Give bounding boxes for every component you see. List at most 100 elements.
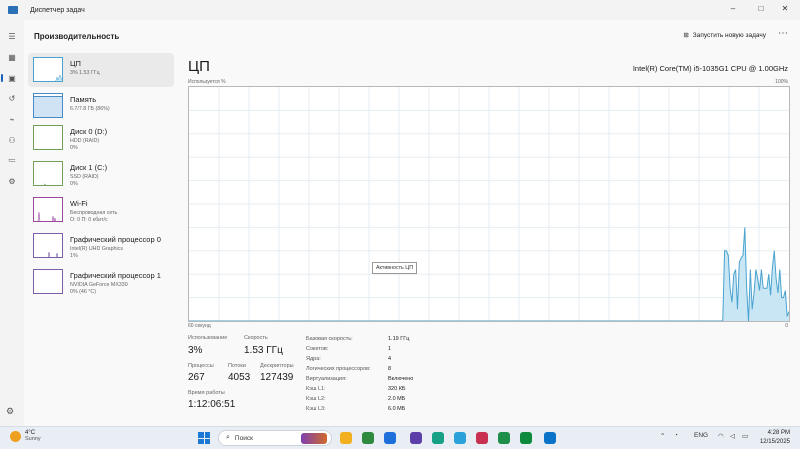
sun-icon xyxy=(10,430,21,442)
menu-icon[interactable]: ☰ xyxy=(6,30,18,42)
language-indicator[interactable]: ENG xyxy=(694,432,708,439)
store-app-icon[interactable] xyxy=(362,432,374,444)
settings-icon[interactable]: ⚙ xyxy=(6,406,14,417)
weather-desc: Sunny xyxy=(25,436,41,442)
handles-label: Дескрипторы xyxy=(260,363,294,369)
services-icon[interactable]: ⚙ xyxy=(6,175,18,187)
app-icon-2[interactable] xyxy=(520,432,532,444)
perf-item-detail-2: 0% xyxy=(70,181,78,187)
maximize-button[interactable]: □ xyxy=(750,0,772,16)
search-icon: ⌕ xyxy=(226,434,230,441)
spec-value: 320 КБ xyxy=(388,386,406,392)
perf-item-name: Wi-Fi xyxy=(70,199,88,208)
perf-item-name: ЦП xyxy=(70,59,81,68)
startup-icon[interactable]: ⌁ xyxy=(6,113,18,125)
system-clock[interactable]: 4:28 PM 12/15/2025 xyxy=(760,429,790,447)
perf-item-disk1[interactable]: Диск 1 (C:) SSD (RAID) 0% xyxy=(28,157,174,191)
perf-item-detail-2: 0% xyxy=(70,145,78,151)
spec-label: Ядра: xyxy=(306,356,321,362)
spec-label: Сокетов: xyxy=(306,346,329,352)
cpu-activity-tooltip: Активность ЦП xyxy=(372,262,418,274)
details-icon[interactable]: ≔ xyxy=(6,154,18,166)
excel-app-icon[interactable] xyxy=(498,432,510,444)
taskbar: 4°C Sunny ⌕ Поиск ⌃ ◔ ENG ◠ ◁ ▭ 4:28 PM … xyxy=(0,426,800,449)
perf-item-memory[interactable]: Память 6.7/7.8 ГБ (86%) xyxy=(28,89,174,123)
taskbar-search[interactable]: ⌕ Поиск xyxy=(218,430,332,446)
perf-item-name: Графический процессор 0 xyxy=(70,235,161,244)
disk1-thumbnail xyxy=(33,161,63,186)
utilization-value: 3% xyxy=(188,345,203,356)
volume-icon[interactable]: ◁ xyxy=(730,432,735,440)
perf-item-name: Диск 1 (C:) xyxy=(70,163,108,172)
perf-item-detail: Intel(R) UHD Graphics xyxy=(70,246,123,252)
spec-value: 1.19 ГГц xyxy=(388,336,410,342)
spec-value: 4 xyxy=(388,356,392,362)
perf-item-gpu0[interactable]: Графический процессор 0 Intel(R) UHD Gra… xyxy=(28,229,174,263)
cpu-panel: ЦП Intel(R) Core(TM) i5-1035G1 CPU @ 1.0… xyxy=(180,52,800,426)
cpu-title: ЦП xyxy=(188,58,210,75)
chrome-app-icon[interactable] xyxy=(476,432,488,444)
perf-item-wifi[interactable]: Wi-Fi Беспроводная сеть О: 0 П: 0 кбит/с xyxy=(28,193,174,227)
cpu-usage-chart xyxy=(189,87,789,321)
battery-icon[interactable]: ▭ xyxy=(742,432,748,440)
perf-item-detail-2: 1% xyxy=(70,253,78,259)
gpu1-thumbnail xyxy=(33,269,63,294)
network-icon[interactable]: ◔ xyxy=(674,432,678,439)
spec-value: 6.0 МБ xyxy=(388,406,406,412)
perf-item-name: Диск 0 (D:) xyxy=(70,127,108,136)
perf-item-detail: HDD (RAID) xyxy=(70,138,100,144)
run-task-icon: ⊞ xyxy=(683,32,689,39)
spec-label: Логических процессоров: xyxy=(306,366,371,372)
performance-icon[interactable]: ▣ xyxy=(1,72,18,84)
perf-item-detail-2: 0% (46 °C) xyxy=(70,289,96,295)
clock-time: 4:28 PM xyxy=(767,430,790,436)
spec-value: 2.0 МБ xyxy=(388,396,406,402)
tray-overflow-icon[interactable]: ⌃ xyxy=(660,432,665,440)
start-button[interactable] xyxy=(198,432,210,444)
spec-value: 8 xyxy=(388,366,392,372)
clock-date: 12/15/2025 xyxy=(759,439,790,445)
graph-y-max-label: 100% xyxy=(775,79,788,85)
app-history-icon[interactable]: ↺ xyxy=(6,92,18,104)
task-manager-window: Диспетчер задач – □ ✕ ☰ ▦ ▣ ↺ ⌁ ⚇ ≔ ⚙ ⚙ … xyxy=(0,0,800,426)
gpu0-thumbnail xyxy=(33,233,63,258)
task-manager-app-icon[interactable] xyxy=(544,432,556,444)
perf-item-disk0[interactable]: Диск 0 (D:) HDD (RAID) 0% xyxy=(28,121,174,155)
search-highlight-image xyxy=(301,433,327,444)
edge-app-icon[interactable] xyxy=(454,432,466,444)
perf-item-detail: 3% 1.53 ГГц xyxy=(70,70,100,76)
memory-thumbnail xyxy=(33,93,63,118)
perf-item-detail-2: О: 0 П: 0 кбит/с xyxy=(70,217,108,223)
app-icon[interactable] xyxy=(410,432,422,444)
window-title: Диспетчер задач xyxy=(30,6,85,14)
spec-label: Базовая скорость: xyxy=(306,336,353,342)
processes-icon[interactable]: ▦ xyxy=(6,51,18,63)
close-button[interactable]: ✕ xyxy=(774,0,796,16)
processes-label: Процессы xyxy=(188,363,214,369)
perf-item-cpu[interactable]: ЦП 3% 1.53 ГГц xyxy=(28,53,174,87)
perf-item-detail: NVIDIA GeForce MX330 xyxy=(70,282,128,288)
minimize-button[interactable]: – xyxy=(722,0,744,16)
users-icon[interactable]: ⚇ xyxy=(6,134,18,146)
graph-time-label: 60 секунд xyxy=(188,323,211,329)
perf-item-gpu1[interactable]: Графический процессор 1 NVIDIA GeForce M… xyxy=(28,265,174,299)
wifi-icon[interactable]: ◠ xyxy=(718,432,724,440)
perf-item-detail: 6.7/7.8 ГБ (86%) xyxy=(70,106,110,112)
header-bar: Производительность ⊞ Запустить новую зад… xyxy=(24,20,800,52)
performance-list: ЦП 3% 1.53 ГГц Память 6.7/7.8 ГБ (86%) Д… xyxy=(28,52,174,426)
mail-app-icon[interactable] xyxy=(384,432,396,444)
telegram-app-icon[interactable] xyxy=(432,432,444,444)
spec-value: 1 xyxy=(388,346,392,352)
more-options-button[interactable]: ⋯ xyxy=(778,28,788,39)
perf-item-name: Память xyxy=(70,95,97,104)
run-new-task-button[interactable]: ⊞ Запустить новую задачу xyxy=(683,31,766,40)
weather-widget[interactable]: 4°C Sunny xyxy=(10,430,41,442)
cpu-thumbnail xyxy=(33,57,63,82)
graph-zero-label: 0 xyxy=(785,323,788,329)
file-explorer-app-icon[interactable] xyxy=(340,432,352,444)
perf-item-name: Графический процессор 1 xyxy=(70,271,161,280)
perf-item-detail: Беспроводная сеть xyxy=(70,210,118,216)
uptime-value: 1:12:06:51 xyxy=(188,399,236,410)
threads-value: 4053 xyxy=(228,372,251,383)
spec-label: Виртуализация: xyxy=(306,376,347,382)
